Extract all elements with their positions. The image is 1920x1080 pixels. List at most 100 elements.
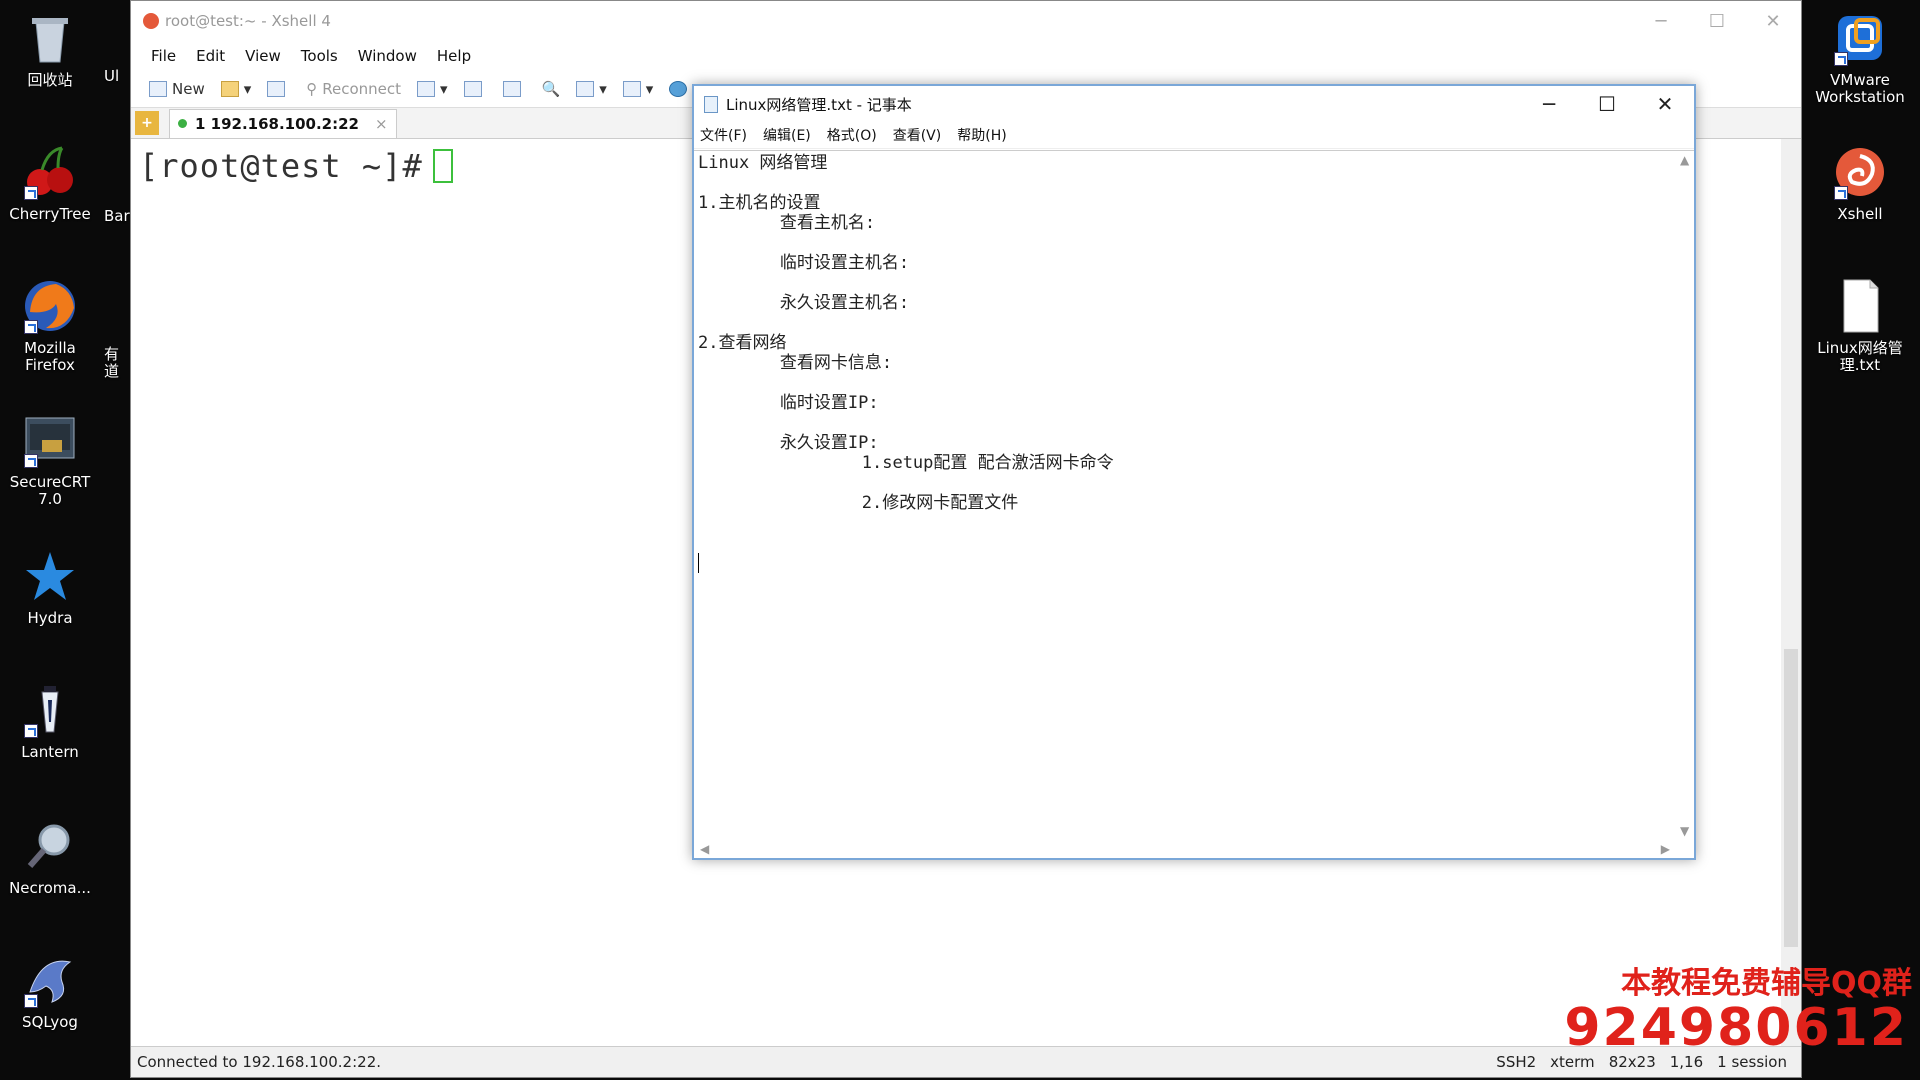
- desktop-icon-label: Necroma...: [9, 879, 91, 897]
- menu-help[interactable]: Help: [437, 47, 471, 65]
- chevron-down-icon: ▾: [243, 80, 252, 98]
- connect-button[interactable]: [267, 81, 290, 97]
- reconnect-button[interactable]: ⚲ Reconnect: [306, 80, 401, 98]
- scroll-up-icon[interactable]: ▲: [1680, 153, 1689, 167]
- search-icon: 🔍: [541, 80, 561, 98]
- notepad-icon: [704, 95, 718, 113]
- chevron-down-icon: ▾: [440, 80, 448, 98]
- notepad-window[interactable]: Linux网络管理.txt - 记事本 ─ ☐ ✕ 文件(F) 编辑(E) 格式…: [692, 84, 1696, 860]
- menu-format[interactable]: 格式(O): [827, 125, 877, 145]
- globe-button[interactable]: [669, 81, 692, 97]
- menu-edit[interactable]: 编辑(E): [763, 125, 811, 145]
- find-button[interactable]: 🔍: [542, 80, 561, 98]
- watermark-number: 924980612: [1564, 998, 1908, 1058]
- menu-view[interactable]: 查看(V): [893, 125, 942, 145]
- reconnect-icon: ⚲: [306, 80, 318, 98]
- desktop-icon-label: SQLyog: [22, 1013, 78, 1031]
- maximize-button[interactable]: ☐: [1578, 92, 1636, 116]
- xshell-menu-bar: File Edit View Tools Window Help: [131, 41, 1801, 71]
- lantern-icon: [22, 682, 78, 738]
- desktop-icon-linux-txt[interactable]: Linux网络管理.txt: [1800, 278, 1920, 375]
- print-icon: [576, 81, 595, 97]
- desktop-icon-vmware[interactable]: VMware Workstation: [1800, 10, 1920, 107]
- status-protocol: SSH2: [1496, 1053, 1537, 1071]
- xshell-icon: [1832, 144, 1888, 200]
- desktop-icon-securecrt[interactable]: SecureCRT 7.0: [0, 412, 100, 509]
- minimize-button[interactable]: ─: [1633, 11, 1689, 32]
- desktop-icon-label: Linux网络管理.txt: [1817, 339, 1903, 375]
- add-tab-button[interactable]: +: [135, 111, 159, 135]
- desktop-icon-label: 回收站: [27, 71, 73, 89]
- link-icon: [267, 81, 286, 97]
- close-button[interactable]: ✕: [1745, 11, 1801, 32]
- menu-tools[interactable]: Tools: [301, 47, 338, 65]
- terminal-scrollbar[interactable]: [1781, 139, 1801, 1047]
- minimize-button[interactable]: ─: [1520, 92, 1578, 116]
- desktop-icon-label: Hydra: [27, 609, 73, 627]
- menu-window[interactable]: Window: [358, 47, 417, 65]
- shortcut-arrow-icon: [24, 724, 38, 738]
- scrollbar-thumb[interactable]: [1784, 649, 1798, 947]
- notepad-title: Linux网络管理.txt - 记事本: [726, 95, 912, 114]
- print-button[interactable]: ▾: [576, 80, 607, 98]
- scroll-down-icon[interactable]: ▼: [1680, 824, 1689, 838]
- shortcut-arrow-icon: [24, 454, 38, 468]
- transfer-button[interactable]: ▾: [622, 80, 654, 98]
- firefox-icon: [22, 278, 78, 334]
- maximize-button[interactable]: ☐: [1689, 11, 1745, 32]
- watermark-text: 本教程免费辅导QQ群: [1620, 966, 1912, 1001]
- desktop-icon-label: VMware Workstation: [1815, 71, 1905, 107]
- properties-icon: [417, 81, 436, 97]
- notepad-title-bar[interactable]: Linux网络管理.txt - 记事本 ─ ☐ ✕: [694, 86, 1694, 122]
- securecrt-icon: [22, 412, 78, 468]
- desktop-icon-cherrytree[interactable]: CherryTree: [0, 144, 100, 223]
- terminal-cursor: [433, 149, 453, 183]
- notepad-content: Linux 网络管理 1.主机名的设置 查看主机名: 临时设置主机名: 永久设置…: [698, 153, 1114, 513]
- vmware-icon: [1832, 10, 1888, 66]
- desktop-icon-partial[interactable]: 有道: [104, 346, 132, 381]
- xshell-title-bar[interactable]: root@test:~ - Xshell 4 ─ ☐ ✕: [131, 1, 1801, 41]
- new-session-button[interactable]: New: [149, 80, 205, 98]
- properties-button[interactable]: ▾: [417, 80, 448, 98]
- star-icon: [22, 548, 78, 604]
- text-caret: [698, 553, 699, 573]
- chevron-down-icon: ▾: [645, 80, 654, 98]
- desktop-icon-recycle-bin[interactable]: 回收站: [0, 10, 100, 89]
- menu-help[interactable]: 帮助(H): [957, 125, 1006, 145]
- session-tab[interactable]: 1 192.168.100.2:22 ×: [169, 108, 397, 138]
- menu-file[interactable]: File: [151, 47, 176, 65]
- desktop-icon-necromancer[interactable]: Necroma...: [0, 818, 100, 897]
- connected-status-icon: [178, 119, 187, 128]
- notepad-vertical-scrollbar[interactable]: ▲ ▼: [1676, 151, 1694, 840]
- paste-icon: [502, 81, 521, 97]
- notepad-menu-bar: 文件(F) 编辑(E) 格式(O) 查看(V) 帮助(H): [694, 122, 1694, 149]
- window-title: root@test:~ - Xshell 4: [165, 12, 331, 30]
- globe-icon: [669, 81, 688, 97]
- transfer-icon: [622, 81, 641, 97]
- close-button[interactable]: ✕: [1636, 92, 1694, 116]
- xshell-logo-icon: [143, 13, 159, 29]
- scroll-left-icon[interactable]: ◀: [700, 842, 709, 856]
- shortcut-arrow-icon: [1834, 52, 1848, 66]
- desktop-icon-lantern[interactable]: Lantern: [0, 682, 100, 761]
- text-file-icon: [1832, 278, 1888, 334]
- menu-file[interactable]: 文件(F): [700, 125, 747, 145]
- desktop-icon-sqlyog[interactable]: SQLyog: [0, 952, 100, 1031]
- paste-button[interactable]: [502, 81, 526, 97]
- shortcut-arrow-icon: [24, 320, 38, 334]
- desktop-icon-partial[interactable]: Bar: [104, 208, 132, 225]
- tab-close-icon[interactable]: ×: [375, 115, 388, 133]
- menu-view[interactable]: View: [245, 47, 281, 65]
- cherry-icon: [22, 144, 78, 200]
- menu-edit[interactable]: Edit: [196, 47, 225, 65]
- shortcut-arrow-icon: [24, 994, 38, 1008]
- open-folder-button[interactable]: ▾: [220, 80, 252, 98]
- desktop-icon-firefox[interactable]: Mozilla Firefox: [0, 278, 100, 375]
- desktop-icon-hydra[interactable]: Hydra: [0, 548, 100, 627]
- notepad-horizontal-scrollbar[interactable]: ◀ ▶: [694, 840, 1676, 858]
- dolphin-icon: [22, 952, 78, 1008]
- copy-button[interactable]: [463, 81, 487, 97]
- desktop-icon-xshell[interactable]: Xshell: [1800, 144, 1920, 223]
- notepad-text-area[interactable]: Linux 网络管理 1.主机名的设置 查看主机名: 临时设置主机名: 永久设置…: [694, 150, 1694, 858]
- scroll-right-icon[interactable]: ▶: [1661, 842, 1670, 856]
